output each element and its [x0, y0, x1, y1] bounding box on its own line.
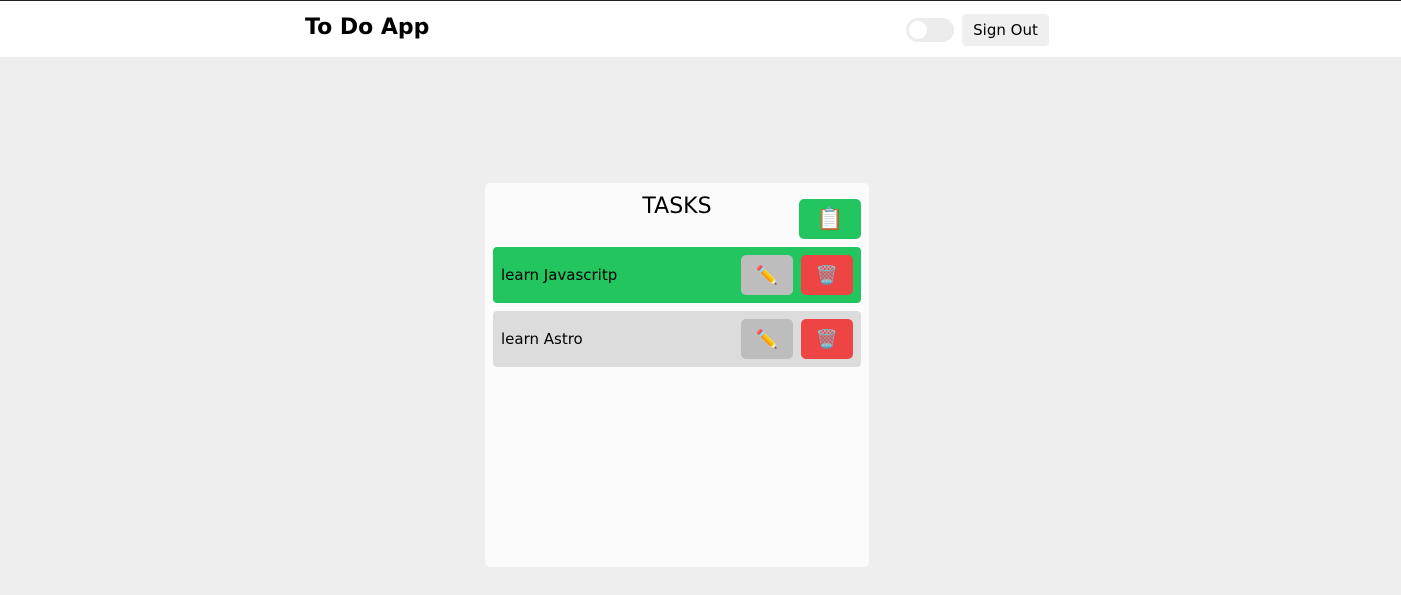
- task-label: learn Javascritp: [501, 266, 618, 284]
- theme-toggle[interactable]: [906, 18, 954, 42]
- clipboard-icon: 📋: [816, 206, 844, 231]
- top-navbar: To Do App Sign Out: [0, 0, 1401, 57]
- tasks-card: TASKS 📋 learn Javascritp ✏️ 🗑️ learn Ast…: [485, 183, 869, 567]
- app-title: To Do App: [305, 15, 430, 40]
- delete-task-button[interactable]: 🗑️: [801, 255, 853, 295]
- add-task-button[interactable]: 📋: [799, 199, 861, 239]
- task-item[interactable]: learn Javascritp ✏️ 🗑️: [493, 247, 861, 303]
- pencil-icon: ✏️: [755, 265, 779, 285]
- pencil-icon: ✏️: [755, 329, 779, 349]
- edit-task-button[interactable]: ✏️: [741, 255, 793, 295]
- delete-task-button[interactable]: 🗑️: [801, 319, 853, 359]
- toggle-knob: [909, 21, 927, 39]
- trash-icon: 🗑️: [815, 265, 839, 285]
- trash-icon: 🗑️: [815, 329, 839, 349]
- task-label: learn Astro: [501, 330, 583, 348]
- edit-task-button[interactable]: ✏️: [741, 319, 793, 359]
- sign-out-button[interactable]: Sign Out: [962, 14, 1049, 46]
- task-item[interactable]: learn Astro ✏️ 🗑️: [493, 311, 861, 367]
